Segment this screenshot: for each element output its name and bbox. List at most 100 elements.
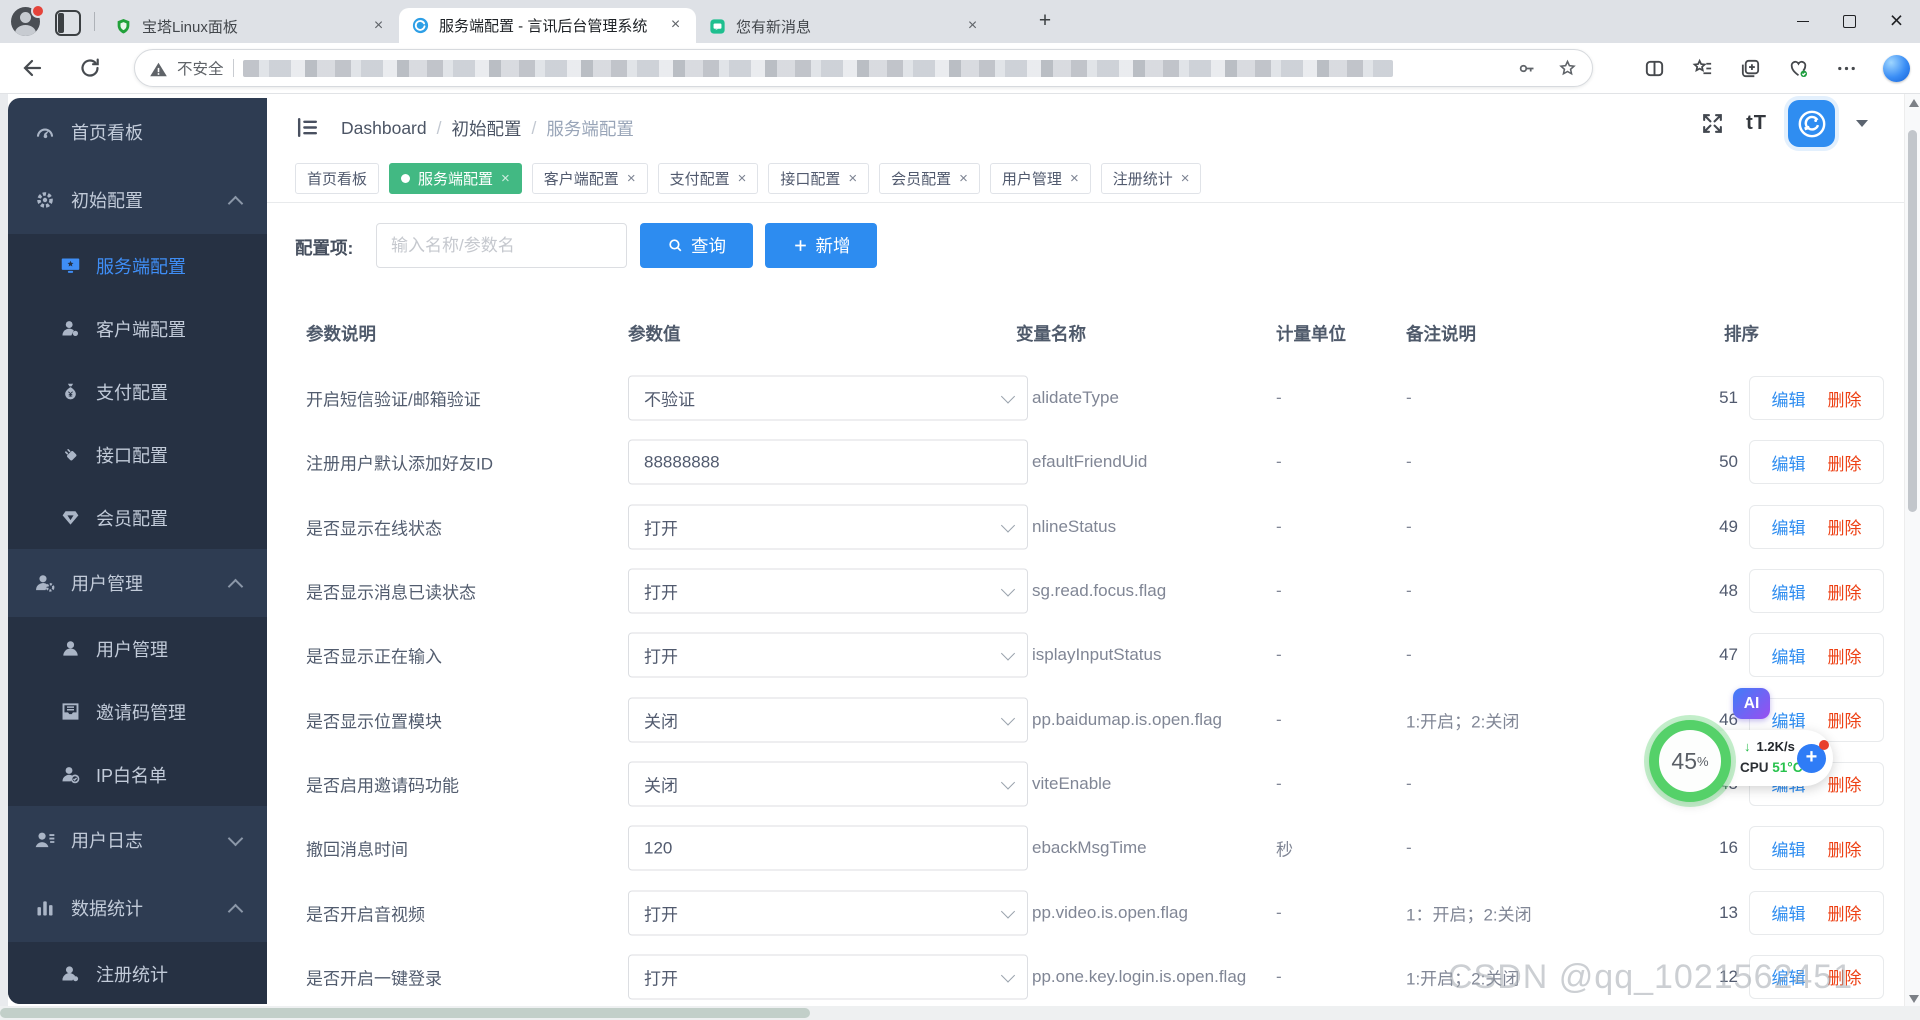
- scroll-up-icon[interactable]: [1909, 99, 1919, 107]
- param-value-select[interactable]: 不验证: [628, 376, 1028, 421]
- sidebar-item[interactable]: 客户端配置: [8, 297, 267, 360]
- param-value-select[interactable]: 打开: [628, 633, 1028, 678]
- delete-button[interactable]: 删除: [1828, 579, 1862, 604]
- tag-chip[interactable]: 注册统计: [1101, 163, 1202, 194]
- horizontal-scroll-thumb[interactable]: [0, 1008, 810, 1018]
- add-button[interactable]: 新增: [765, 223, 877, 268]
- sidebar-item[interactable]: 支付配置: [8, 360, 267, 423]
- tab-close-icon[interactable]: [964, 18, 981, 35]
- sidebar-item[interactable]: 数据统计: [8, 874, 267, 942]
- tag-chip[interactable]: 用户管理: [990, 163, 1091, 194]
- edit-button[interactable]: 编辑: [1772, 450, 1806, 475]
- delete-button[interactable]: 删除: [1828, 643, 1862, 668]
- param-value-input[interactable]: [628, 826, 1028, 871]
- password-key-icon[interactable]: [1516, 58, 1537, 79]
- sidebar-item[interactable]: 接口配置: [8, 423, 267, 486]
- browser-tab[interactable]: 服务端配置 - 言讯后台管理系统: [399, 8, 696, 43]
- breadcrumb-dashboard[interactable]: Dashboard: [341, 118, 427, 139]
- edit-button[interactable]: 编辑: [1772, 579, 1806, 604]
- favorite-star-icon[interactable]: [1557, 58, 1578, 79]
- vertical-scroll-thumb[interactable]: [1908, 130, 1917, 512]
- tag-close-icon[interactable]: [738, 171, 747, 186]
- browser-tab[interactable]: 您有新消息: [696, 9, 993, 43]
- avatar[interactable]: [1788, 100, 1835, 147]
- vertical-scrollbar[interactable]: [1904, 94, 1920, 1020]
- tag-close-icon[interactable]: [501, 171, 510, 186]
- close-button[interactable]: [1873, 0, 1920, 43]
- sidebar-item[interactable]: 用户日志: [8, 806, 267, 874]
- browser-essentials-icon[interactable]: [1787, 57, 1810, 80]
- tag-close-icon[interactable]: [1181, 171, 1190, 186]
- param-value-input[interactable]: [628, 440, 1028, 485]
- param-value-select[interactable]: 关闭: [628, 697, 1028, 742]
- delete-button[interactable]: 删除: [1828, 514, 1862, 539]
- user-gear-icon: [34, 572, 56, 594]
- delete-button[interactable]: 删除: [1828, 450, 1862, 475]
- edit-button[interactable]: 编辑: [1772, 900, 1806, 925]
- tag-close-icon[interactable]: [848, 171, 857, 186]
- param-value-select[interactable]: 打开: [628, 569, 1028, 614]
- sidebar-item[interactable]: 初始配置: [8, 166, 267, 234]
- font-size-icon[interactable]: [1746, 112, 1767, 135]
- sidebar-item[interactable]: 注册统计: [8, 942, 267, 1004]
- tag-chip[interactable]: 首页看板: [295, 163, 379, 194]
- delete-button[interactable]: 删除: [1828, 900, 1862, 925]
- tag-chip[interactable]: 接口配置: [768, 163, 869, 194]
- edit-button[interactable]: 编辑: [1772, 707, 1806, 732]
- tag-close-icon[interactable]: [627, 171, 636, 186]
- maximize-button[interactable]: [1826, 0, 1873, 43]
- edit-button[interactable]: 编辑: [1772, 643, 1806, 668]
- tab-close-icon[interactable]: [370, 18, 387, 35]
- param-value-select[interactable]: 打开: [628, 504, 1028, 549]
- param-value-select[interactable]: 关闭: [628, 761, 1028, 806]
- browser-tab[interactable]: 宝塔Linux面板: [102, 9, 399, 43]
- favorites-bar-icon[interactable]: [1691, 57, 1714, 80]
- back-icon[interactable]: [21, 56, 45, 80]
- horizontal-scrollbar[interactable]: [0, 1006, 1920, 1020]
- minimize-button[interactable]: [1779, 0, 1826, 43]
- scroll-down-icon[interactable]: [1909, 995, 1919, 1003]
- param-value-select[interactable]: 打开: [628, 954, 1028, 999]
- param-value-select[interactable]: 打开: [628, 890, 1028, 935]
- delete-button[interactable]: 删除: [1828, 836, 1862, 861]
- search-input[interactable]: [376, 223, 627, 268]
- collections-icon[interactable]: [1739, 57, 1762, 80]
- breadcrumb-init-config[interactable]: 初始配置: [452, 116, 522, 141]
- ai-assistant-badge[interactable]: AI: [1733, 688, 1770, 719]
- settings-menu-icon[interactable]: [1835, 57, 1858, 80]
- avatar-dropdown-caret[interactable]: [1856, 120, 1868, 127]
- cpu-usage-ring[interactable]: 45 %: [1649, 720, 1731, 802]
- search-button[interactable]: 查询: [640, 223, 753, 268]
- edit-button[interactable]: 编辑: [1772, 836, 1806, 861]
- address-bar[interactable]: 不安全: [134, 49, 1593, 87]
- copilot-icon[interactable]: [1883, 55, 1910, 82]
- sidebar-item[interactable]: 用户管理: [8, 549, 267, 617]
- chevron-down-icon: [1001, 647, 1015, 661]
- sidebar-item[interactable]: 会员配置: [8, 486, 267, 549]
- select-value: 打开: [644, 514, 678, 539]
- edit-button[interactable]: 编辑: [1772, 514, 1806, 539]
- sidebar-item[interactable]: 首页看板: [8, 98, 267, 166]
- refresh-icon[interactable]: [78, 56, 102, 80]
- tab-close-icon[interactable]: [667, 17, 684, 34]
- tag-chip[interactable]: 支付配置: [658, 163, 759, 194]
- tag-close-icon[interactable]: [1070, 171, 1079, 186]
- sidebar-item[interactable]: 服务端配置: [8, 234, 267, 297]
- tag-close-icon[interactable]: [959, 171, 968, 186]
- fullscreen-icon[interactable]: [1700, 111, 1725, 136]
- edit-button[interactable]: 编辑: [1772, 386, 1806, 411]
- sidebar-item[interactable]: 邀请码管理: [8, 680, 267, 743]
- delete-button[interactable]: 删除: [1828, 386, 1862, 411]
- delete-button[interactable]: 删除: [1828, 771, 1862, 796]
- sidebar-item[interactable]: 用户管理: [8, 617, 267, 680]
- new-tab-button[interactable]: [1032, 9, 1058, 35]
- tag-chip[interactable]: 会员配置: [879, 163, 980, 194]
- sidebar-item[interactable]: IP白名单: [8, 743, 267, 806]
- tag-chip[interactable]: 客户端配置: [532, 163, 648, 194]
- split-screen-icon[interactable]: [1643, 57, 1666, 80]
- sort-value: 47: [1657, 645, 1738, 665]
- tag-chip[interactable]: 服务端配置: [389, 163, 522, 194]
- workspaces-icon[interactable]: [55, 10, 81, 36]
- collapse-sidebar-icon[interactable]: [295, 115, 320, 137]
- delete-button[interactable]: 删除: [1828, 707, 1862, 732]
